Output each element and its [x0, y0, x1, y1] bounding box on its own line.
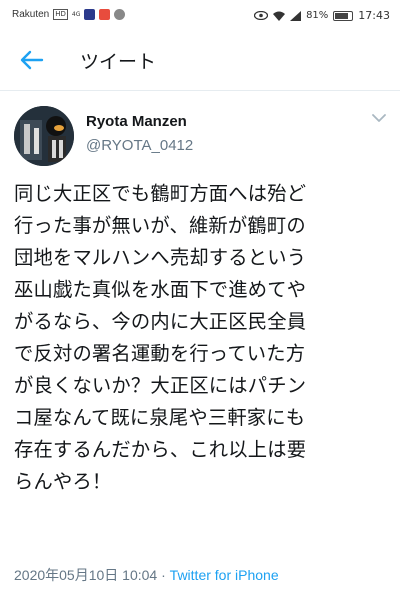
- tweet-text-line: 巫山戯た真似を水面下で進めてや: [14, 278, 307, 301]
- eye-icon: [254, 11, 269, 20]
- tweet-text: 同じ大正区でも鶴町方面へは殆ど 行った事が無いが、維新が鶴町の 団地をマルハンへ…: [14, 178, 394, 498]
- tweet-text-line: 存在するんだから、これ以上は要: [14, 438, 307, 461]
- tweet-text-line: がるなら、今の内に大正区民全員: [14, 310, 307, 333]
- author-name[interactable]: Ryota Manzen: [86, 113, 187, 130]
- tweet-text-line: 団地をマルハンへ売却するという: [14, 246, 307, 269]
- tweet-text-line: で反対の署名運動を行っていた方: [14, 342, 306, 365]
- carrier-label: Rakuten: [12, 9, 50, 20]
- tweet-source-link[interactable]: Twitter for iPhone: [170, 567, 279, 583]
- messenger-icon: [114, 9, 126, 20]
- tweet-text-line: 行った事が無いが、維新が鶴町の: [14, 214, 306, 237]
- signal-label: 4G: [71, 10, 81, 18]
- cellular-signal-icon: [290, 10, 302, 21]
- battery-percent: 81%: [306, 10, 329, 21]
- hd-badge: HD: [53, 9, 68, 20]
- tweet-meta: 2020年05月10日 10:04 · Twitter for iPhone: [14, 565, 279, 585]
- tweet-text-line: らんやろ！: [14, 470, 112, 493]
- clock: 17:43: [358, 9, 390, 22]
- mail-icon: [99, 9, 111, 20]
- avatar[interactable]: [14, 106, 74, 166]
- wifi-icon: [273, 11, 286, 21]
- top-bar: ツイート: [0, 30, 400, 91]
- tweet-timestamp: 2020年05月10日 10:04: [14, 567, 158, 583]
- tweet-text-line: コ屋なんて既に泉尾や三軒家にも: [14, 406, 306, 429]
- meta-separator: ·: [161, 567, 166, 583]
- author-handle[interactable]: @RYOTA_0412: [86, 137, 193, 154]
- back-arrow-icon[interactable]: [20, 50, 44, 70]
- battery-icon: [333, 10, 354, 21]
- page-title: ツイート: [80, 51, 157, 73]
- app-notification-icon: [84, 9, 96, 20]
- chevron-down-icon[interactable]: [370, 112, 388, 124]
- status-bar: Rakuten HD 4G 81% 17:43: [0, 0, 400, 30]
- tweet-text-line: が良くないか？大正区にはパチン: [14, 374, 307, 397]
- tweet-text-line: 同じ大正区でも鶴町方面へは殆ど: [14, 182, 307, 205]
